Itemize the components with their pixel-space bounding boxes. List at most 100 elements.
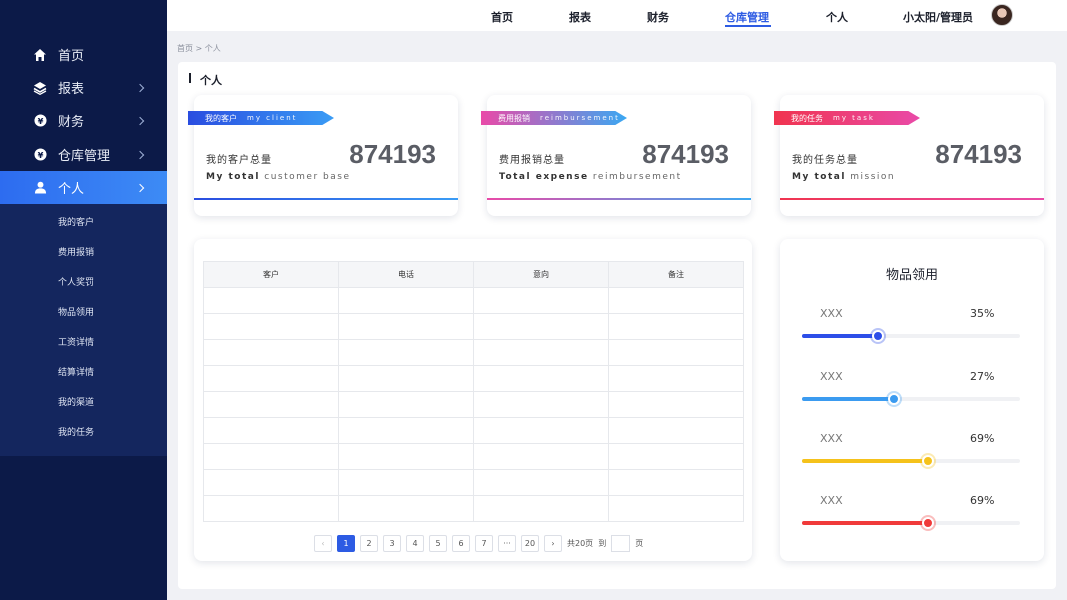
stat-card-tasks: 我的任务 my task 我的任务总量 874193 My total miss… [774,95,1044,216]
submenu-item-rewards[interactable]: 个人奖罚 [58,275,94,288]
card-tag-en: reimbursement [540,114,620,122]
card-label: 我的客户总量 [206,155,272,166]
usage-item-name: XXX [820,494,843,507]
progress-knob[interactable] [922,455,935,467]
card-subtitle-rest: customer base [264,172,351,182]
top-nav-personal[interactable]: 个人 [826,9,848,25]
sidebar-item-label: 首页 [58,49,85,64]
usage-item-percent: 69% [970,494,995,507]
submenu-item-item-usage[interactable]: 物品领用 [58,305,94,318]
table-row[interactable] [203,391,744,418]
next-page-button[interactable]: › [544,535,562,552]
card-subtitle: My total mission [792,172,895,182]
table-row[interactable] [203,495,744,522]
top-nav-finance[interactable]: 财务 [647,9,669,25]
submenu-item-reimbursement[interactable]: 费用报销 [58,245,94,258]
table-cell [203,313,339,340]
stat-card-reimbursement: 费用报销 reimbursement 费用报销总量 874193 Total e… [481,95,751,216]
layers-icon [33,81,47,95]
card-underline [194,198,458,200]
submenu-item-my-clients[interactable]: 我的客户 [58,215,94,228]
progress-knob[interactable] [922,517,935,529]
sidebar-item-warehouse[interactable]: ¥ 仓库管理 [0,138,167,171]
table-cell [338,391,474,418]
title-marker [189,73,191,83]
pagination: ‹ 1 2 3 4 5 6 7 ··· 20 › 共20页 到 页 [314,535,643,552]
yen-icon: ¥ [33,114,47,128]
table-row[interactable] [203,417,744,444]
sidebar-item-finance[interactable]: ¥ 财务 [0,104,167,137]
sidebar-item-label: 仓库管理 [58,149,111,164]
table-cell [473,495,609,522]
card-tag: 我的任务 my task [774,111,920,125]
column-header-intent[interactable]: 意向 [473,261,609,288]
page-button[interactable]: 2 [360,535,378,552]
progress-knob[interactable] [887,393,900,405]
table-row[interactable] [203,365,744,392]
item-usage-card: 物品领用 XXX 35% XXX 27% XXX 69% XXX 69% [780,239,1044,561]
table-cell [608,391,744,418]
chevron-right-icon [135,183,145,192]
prev-page-button[interactable]: ‹ [314,535,332,552]
page-button[interactable]: 1 [337,535,355,552]
top-nav-warehouse[interactable]: 仓库管理 [725,9,769,25]
table-cell [608,495,744,522]
card-tag-label: 费用报销 [498,113,530,123]
card-underline [487,198,751,200]
submenu-item-settlement[interactable]: 结算详情 [58,365,94,378]
usage-item-name: XXX [820,432,843,445]
submenu-item-channels[interactable]: 我的渠道 [58,395,94,408]
table-row[interactable] [203,443,744,470]
page-button[interactable]: 20 [521,535,539,552]
table-cell [203,443,339,470]
table-cell [608,365,744,392]
submenu-item-salary[interactable]: 工资详情 [58,335,94,348]
card-tag-label: 我的客户 [205,113,237,123]
column-header-client[interactable]: 客户 [203,261,339,288]
table-cell [203,469,339,496]
card-subtitle-rest: mission [850,172,896,182]
sidebar-item-reports[interactable]: 报表 [0,71,167,104]
goto-page-input[interactable] [611,535,631,552]
page-button[interactable]: 3 [383,535,401,552]
avatar[interactable] [991,4,1013,26]
breadcrumb: 首页 > 个人 [177,44,221,53]
column-header-notes[interactable]: 备注 [608,261,744,288]
table-row[interactable] [203,287,744,314]
top-nav-home[interactable]: 首页 [491,9,513,25]
submenu-item-tasks[interactable]: 我的任务 [58,425,94,438]
table-cell [608,417,744,444]
stat-card-clients: 我的客户 my client 我的客户总量 874193 My total cu… [188,95,458,216]
chevron-right-icon [135,83,145,92]
card-subtitle-bold: Total expense [499,172,589,182]
chevron-right-icon [135,116,145,125]
page-button[interactable]: 4 [406,535,424,552]
card-value: 874193 [935,139,1022,169]
table-row[interactable] [203,313,744,340]
top-nav-reports[interactable]: 报表 [569,9,591,25]
table-cell [203,417,339,444]
progress-track [802,517,1020,529]
sidebar-item-personal[interactable]: 个人 [0,171,167,204]
page-button[interactable]: 6 [452,535,470,552]
table-row[interactable] [203,339,744,366]
page-button[interactable]: 5 [429,535,447,552]
user-name[interactable]: 小太阳/管理员 [903,9,973,25]
card-tag: 我的客户 my client [188,111,334,125]
table-row[interactable] [203,469,744,496]
page-button[interactable]: 7 [475,535,493,552]
table-cell [608,339,744,366]
sidebar-item-home[interactable]: 首页 [0,38,167,71]
card-tag-en: my task [833,114,875,122]
usage-item-percent: 35% [970,307,995,320]
card-subtitle-bold: My total [206,172,260,182]
column-header-phone[interactable]: 电话 [338,261,474,288]
usage-item-name: XXX [820,370,843,383]
card-subtitle: Total expense reimbursement [499,172,682,182]
progress-knob[interactable] [872,330,885,342]
sidebar-submenu: 我的客户 费用报销 个人奖罚 物品领用 工资详情 结算详情 我的渠道 我的任务 [0,204,167,456]
table-cell [473,391,609,418]
usage-item-percent: 27% [970,370,995,383]
page-ellipsis[interactable]: ··· [498,535,516,552]
progress-track [802,393,1020,405]
